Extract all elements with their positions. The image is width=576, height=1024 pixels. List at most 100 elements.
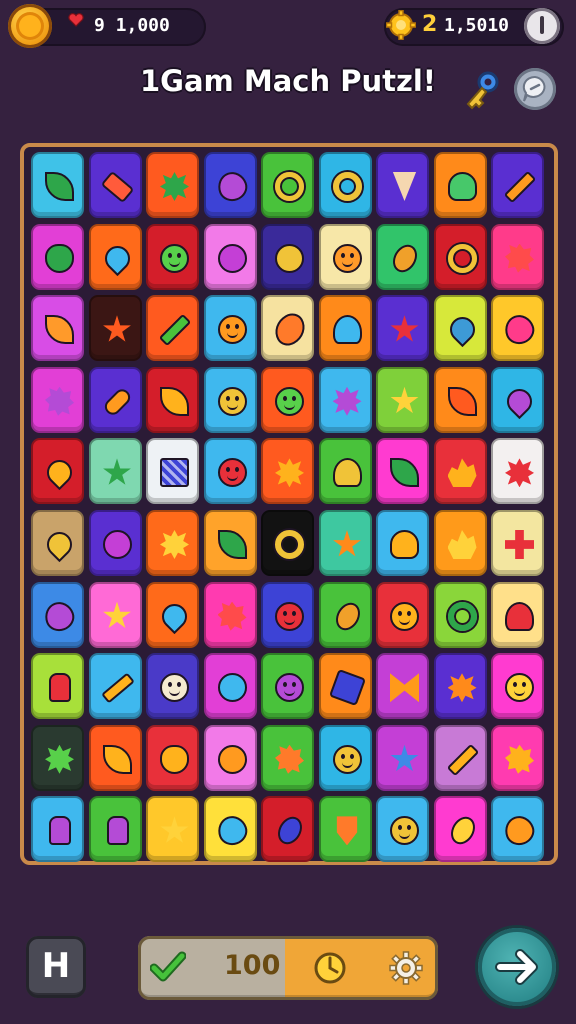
puzzle-tile[interactable] [31, 366, 84, 433]
puzzle-tile[interactable] [318, 223, 372, 290]
puzzle-tile[interactable] [261, 653, 314, 720]
puzzle-tile[interactable] [491, 796, 544, 863]
puzzle-tile[interactable] [146, 152, 199, 218]
puzzle-tile[interactable] [433, 796, 487, 863]
puzzle-tile[interactable] [261, 223, 314, 290]
puzzle-tile[interactable] [88, 724, 142, 791]
puzzle-tile[interactable] [433, 223, 487, 290]
puzzle-tile[interactable] [31, 223, 84, 290]
next-button[interactable] [478, 928, 556, 1006]
puzzle-tile[interactable] [491, 653, 544, 720]
puzzle-tile[interactable] [31, 796, 84, 863]
puzzle-tile[interactable] [491, 295, 544, 362]
puzzle-tile[interactable] [318, 724, 372, 791]
puzzle-tile[interactable] [88, 796, 142, 863]
bottle-icon [106, 816, 129, 846]
sun-coin-icon[interactable] [8, 4, 52, 48]
puzzle-tile[interactable] [146, 581, 199, 648]
puzzle-tile[interactable] [376, 223, 429, 290]
puzzle-tile[interactable] [203, 724, 257, 791]
hint-button[interactable]: H [26, 936, 86, 998]
puzzle-tile[interactable] [491, 223, 544, 290]
puzzle-tile[interactable] [31, 295, 84, 362]
puzzle-tile[interactable] [376, 653, 429, 720]
chat-bubble-button[interactable] [514, 68, 556, 110]
puzzle-tile[interactable] [433, 152, 487, 218]
puzzle-tile[interactable] [318, 295, 372, 362]
puzzle-tile[interactable] [376, 366, 429, 433]
puzzle-tile[interactable] [318, 796, 372, 863]
puzzle-tile[interactable] [376, 152, 429, 218]
puzzle-tile[interactable] [376, 510, 429, 576]
puzzle-tile[interactable] [491, 510, 544, 576]
puzzle-tile[interactable] [31, 510, 84, 576]
puzzle-tile[interactable] [261, 366, 314, 433]
puzzle-tile[interactable] [491, 438, 544, 505]
puzzle-tile[interactable] [433, 653, 487, 720]
puzzle-tile[interactable] [491, 581, 544, 648]
puzzle-tile[interactable] [203, 223, 257, 290]
puzzle-tile[interactable] [376, 295, 429, 362]
puzzle-tile[interactable] [31, 581, 84, 648]
puzzle-tile[interactable] [318, 510, 372, 576]
puzzle-tile[interactable] [491, 724, 544, 791]
puzzle-tile[interactable] [261, 152, 314, 218]
puzzle-tile[interactable] [261, 581, 314, 648]
puzzle-tile[interactable] [433, 295, 487, 362]
puzzle-tile[interactable] [318, 152, 372, 218]
puzzle-tile[interactable] [376, 438, 429, 505]
puzzle-tile[interactable] [203, 653, 257, 720]
puzzle-tile[interactable] [261, 438, 314, 505]
puzzle-tile[interactable] [318, 438, 372, 505]
puzzle-tile[interactable] [88, 223, 142, 290]
key-icon[interactable] [462, 70, 502, 114]
puzzle-tile[interactable] [88, 581, 142, 648]
puzzle-tile[interactable] [203, 796, 257, 863]
puzzle-tile[interactable] [433, 366, 487, 433]
puzzle-tile[interactable] [318, 581, 372, 648]
puzzle-tile[interactable] [318, 366, 372, 433]
puzzle-tile[interactable] [31, 152, 84, 218]
puzzle-tile[interactable] [261, 510, 314, 576]
puzzle-tile[interactable] [318, 653, 372, 720]
puzzle-tile[interactable] [88, 152, 142, 218]
puzzle-tile[interactable] [491, 366, 544, 433]
puzzle-tile[interactable] [88, 653, 142, 720]
puzzle-tile[interactable] [146, 295, 199, 362]
leaf-icon [447, 386, 477, 416]
puzzle-tile[interactable] [433, 581, 487, 648]
puzzle-tile[interactable] [491, 152, 544, 218]
puzzle-tile[interactable] [203, 366, 257, 433]
puzzle-tile[interactable] [261, 724, 314, 791]
puzzle-tile[interactable] [146, 510, 199, 576]
puzzle-tile[interactable] [146, 223, 199, 290]
puzzle-tile[interactable] [31, 653, 84, 720]
puzzle-tile[interactable] [433, 510, 487, 576]
puzzle-tile[interactable] [88, 438, 142, 505]
puzzle-tile[interactable] [261, 295, 314, 362]
puzzle-tile[interactable] [203, 438, 257, 505]
puzzle-tile[interactable] [31, 724, 84, 791]
puzzle-tile[interactable] [31, 438, 84, 505]
puzzle-tile[interactable] [433, 724, 487, 791]
puzzle-tile[interactable] [203, 295, 257, 362]
puzzle-tile[interactable] [376, 796, 429, 863]
puzzle-tile[interactable] [88, 366, 142, 433]
puzzle-tile[interactable] [203, 152, 257, 218]
settings-gear-icon[interactable] [388, 950, 424, 986]
puzzle-tile[interactable] [203, 510, 257, 576]
puzzle-tile[interactable] [146, 366, 199, 433]
puzzle-tile[interactable] [261, 796, 314, 863]
puzzle-tile[interactable] [88, 295, 142, 362]
pause-button[interactable] [524, 8, 560, 44]
puzzle-tile[interactable] [146, 438, 199, 505]
puzzle-tile[interactable] [146, 724, 199, 791]
timer-icon[interactable] [312, 950, 348, 986]
puzzle-tile[interactable] [146, 653, 199, 720]
puzzle-tile[interactable] [146, 796, 199, 863]
puzzle-tile[interactable] [203, 581, 257, 648]
puzzle-tile[interactable] [433, 438, 487, 505]
puzzle-tile[interactable] [376, 581, 429, 648]
puzzle-tile[interactable] [88, 510, 142, 576]
puzzle-tile[interactable] [376, 724, 429, 791]
